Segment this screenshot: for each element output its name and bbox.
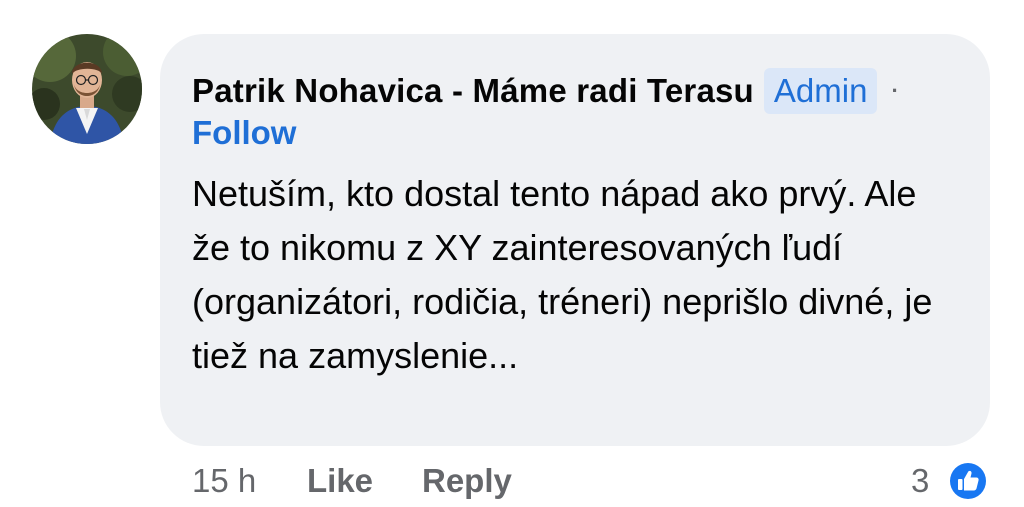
comment-header: Patrik Nohavica - Máme radi Terasu Admin… [192,68,899,114]
reply-button[interactable]: Reply [422,462,512,500]
comment: Patrik Nohavica - Máme radi Terasu Admin… [0,0,1024,507]
separator-dot: · [891,78,899,103]
comment-text: Netuším, kto dostal tento nápad ako prvý… [192,173,933,376]
comment-timestamp[interactable]: 15 h [192,462,256,500]
author-name[interactable]: Patrik Nohavica - Máme radi Terasu [192,72,754,110]
avatar-photo [32,34,142,144]
follow-link[interactable]: Follow [192,114,296,152]
comment-bubble: Patrik Nohavica - Máme radi Terasu Admin… [160,34,990,446]
thumbs-up-icon[interactable] [946,459,990,503]
reaction-count[interactable]: 3 [911,462,929,500]
like-button[interactable]: Like [307,462,373,500]
avatar[interactable] [32,34,142,144]
admin-badge: Admin [763,68,878,114]
comment-actions: 15 h Like Reply 3 [0,459,1024,503]
